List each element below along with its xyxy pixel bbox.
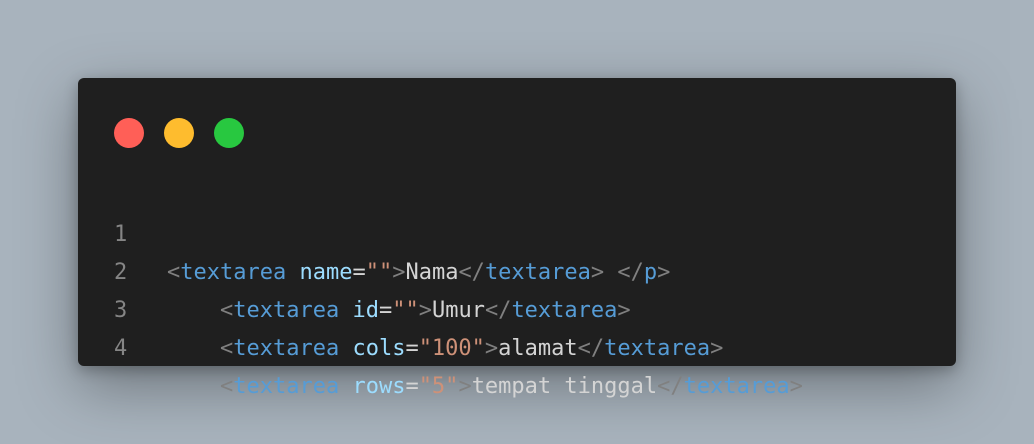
end-tag-open: </ — [657, 374, 684, 399]
code-line: 2 <textarea id="">Umur</textarea> — [78, 216, 956, 323]
code-block: 1 <textarea name="">Nama</textarea> </p>… — [78, 178, 956, 399]
tag-name: textarea — [233, 336, 340, 361]
close-bracket: > — [458, 374, 472, 399]
window-controls — [114, 118, 244, 148]
close-dot-icon[interactable] — [114, 118, 144, 148]
attribute-name: rows — [352, 374, 406, 399]
open-bracket: < — [219, 374, 234, 399]
open-bracket: < — [219, 336, 234, 361]
maximize-dot-icon[interactable] — [214, 118, 244, 148]
element-content: tempat tinggal — [471, 374, 658, 399]
end-tag-close: > — [789, 374, 803, 399]
line-source: <textarea rows="5">tempat tinggal</texta… — [167, 368, 803, 406]
equals-sign: = — [405, 374, 419, 399]
line-number: 4 — [114, 336, 128, 361]
attribute-value: "100" — [418, 336, 485, 361]
element-content: alamat — [498, 336, 578, 361]
close-bracket: > — [484, 336, 499, 361]
end-tag-name: textarea — [604, 336, 711, 361]
code-line: 1 <textarea name="">Nama</textarea> </p> — [78, 178, 956, 285]
end-tag-open: </ — [577, 336, 605, 361]
end-tag-close: > — [710, 336, 724, 361]
attribute-name: cols — [352, 336, 406, 361]
minimize-dot-icon[interactable] — [164, 118, 194, 148]
end-tag-name: textarea — [683, 374, 790, 399]
equals-sign: = — [405, 336, 419, 361]
code-line: 4 <textarea rows="5">tempat tinggal</tex… — [78, 292, 956, 399]
tag-name: textarea — [233, 374, 340, 399]
code-line: 3 <textarea cols="100">alamat</textarea> — [78, 254, 956, 361]
attribute-value: "5" — [418, 374, 459, 399]
line-source: <textarea cols="100">alamat</textarea> — [167, 330, 723, 368]
code-window: 1 <textarea name="">Nama</textarea> </p>… — [78, 78, 956, 399]
